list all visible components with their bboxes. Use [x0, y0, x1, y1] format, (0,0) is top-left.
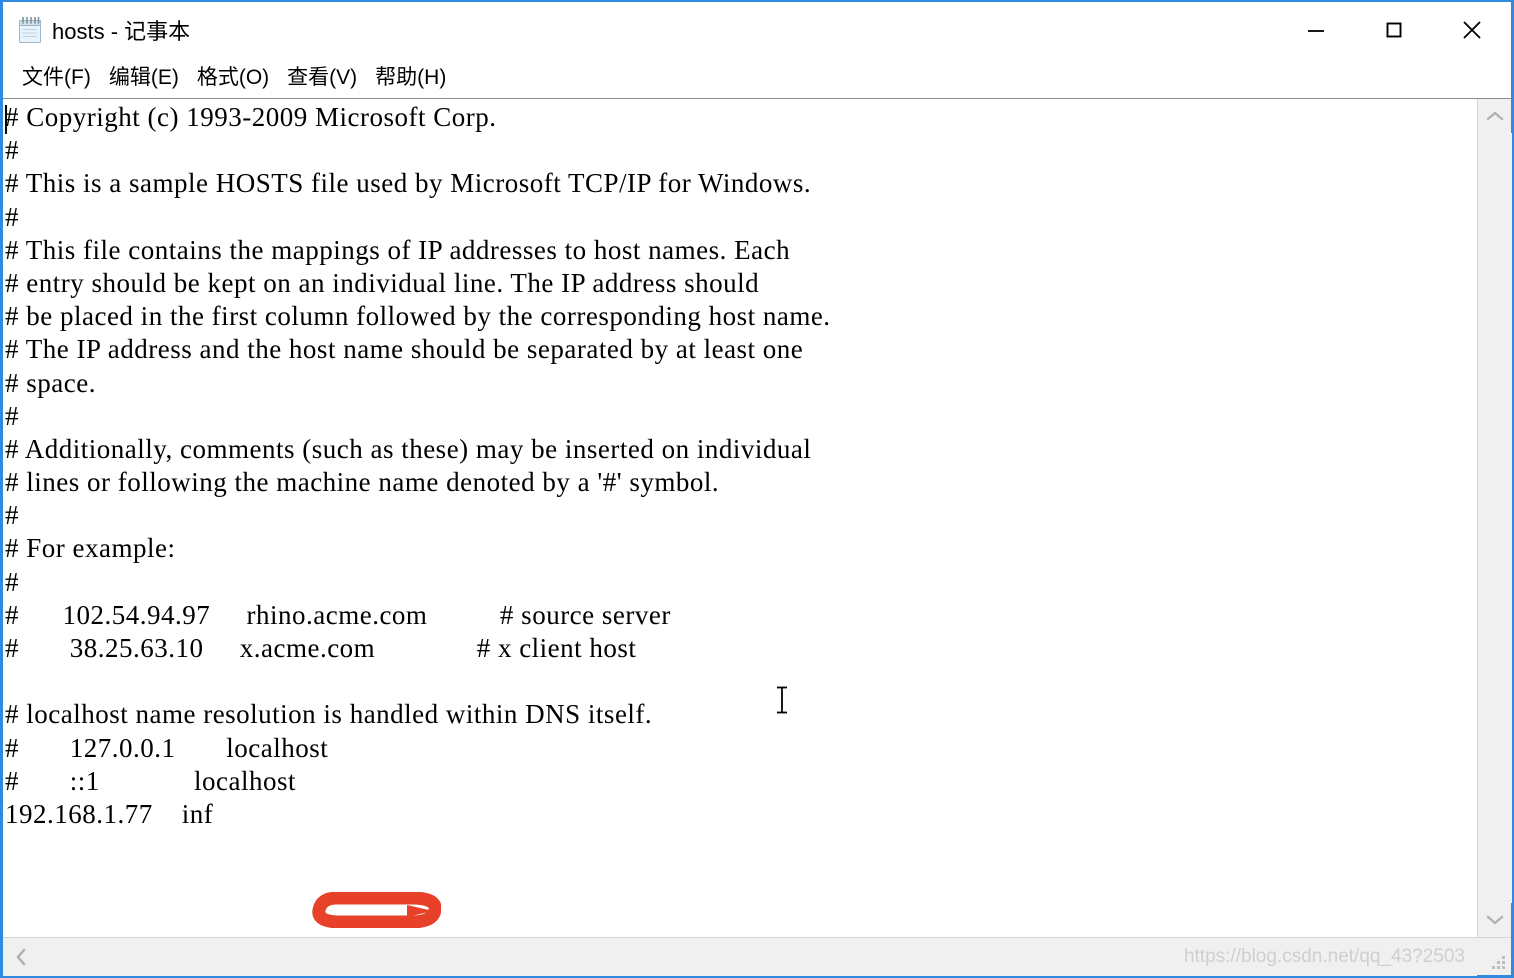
menu-edit[interactable]: 编辑(E) — [100, 64, 188, 92]
editor-line: # ::1 localhost — [5, 765, 296, 796]
editor-line: # This is a sample HOSTS file used by Mi… — [5, 168, 812, 199]
editor-line: # Copyright (c) 1993-2009 Microsoft Corp… — [5, 102, 497, 132]
editor-line: # Additionally, comments (such as these)… — [5, 433, 812, 464]
minimize-button[interactable] — [1277, 2, 1355, 58]
editor-line: # entry should be kept on an individual … — [5, 267, 760, 298]
editor-line: # — [5, 135, 19, 166]
vertical-scrollbar[interactable] — [1477, 99, 1512, 937]
maximize-button[interactable] — [1355, 2, 1433, 58]
close-button[interactable] — [1433, 2, 1511, 58]
editor-line: # 102.54.94.97 rhino.acme.com # source s… — [5, 599, 671, 630]
editor-line: 192.168.1.77 inf — [5, 798, 214, 829]
editor-line: # be placed in the first column followed… — [5, 301, 831, 332]
editor-line: # lines or following the machine name de… — [5, 467, 720, 498]
editor-line: # — [5, 500, 19, 531]
scroll-left-icon[interactable] — [3, 938, 39, 976]
window-title: hosts - 记事本 — [52, 19, 191, 44]
window-controls — [1277, 2, 1511, 58]
editor-line: # The IP address and the host name shoul… — [5, 334, 804, 365]
text-caret — [5, 105, 7, 134]
menu-bar: 文件(F) 编辑(E) 格式(O) 查看(V) 帮助(H) — [3, 58, 1511, 98]
csdn-watermark: https://blog.csdn.net/qq_43?2503 — [1183, 946, 1465, 967]
title-bar-left: hosts - 记事本 — [3, 14, 190, 46]
window-body: # Copyright (c) 1993-2009 Microsoft Corp… — [3, 98, 1512, 976]
scroll-down-icon[interactable] — [1478, 903, 1512, 937]
editor-text: # Copyright (c) 1993-2009 Microsoft Corp… — [3, 101, 831, 831]
horizontal-scrollbar-row: https://blog.csdn.net/qq_43?2503 — [3, 937, 1511, 976]
editor-row: # Copyright (c) 1993-2009 Microsoft Corp… — [3, 98, 1512, 937]
menu-file[interactable]: 文件(F) — [13, 64, 100, 92]
menu-view[interactable]: 查看(V) — [278, 64, 366, 92]
editor-line: # space. — [5, 367, 96, 398]
scroll-up-icon[interactable] — [1478, 99, 1512, 133]
resize-grip-icon[interactable] — [1477, 938, 1511, 976]
notepad-icon — [17, 16, 43, 44]
editor-line: # 127.0.0.1 localhost — [5, 732, 329, 763]
menu-format[interactable]: 格式(O) — [188, 64, 278, 92]
menu-help[interactable]: 帮助(H) — [366, 64, 455, 92]
editor-line: # This file contains the mappings of IP … — [5, 234, 791, 265]
vertical-scrollbar-track[interactable] — [1477, 133, 1512, 903]
red-redaction-annotation — [311, 891, 442, 929]
editor-line: # localhost name resolution is handled w… — [5, 699, 653, 730]
title-bar[interactable]: hosts - 记事本 — [3, 2, 1511, 58]
editor-line: # — [5, 400, 19, 431]
editor-line: # 38.25.63.10 x.acme.com # x client host — [5, 633, 637, 663]
i-beam-cursor-icon — [774, 685, 790, 715]
notepad-window: hosts - 记事本 文件(F) 编辑(E) 格式(O) 查看(V) 帮助(H… — [0, 0, 1514, 978]
editor-line: # — [5, 201, 19, 232]
editor-line: # — [5, 566, 19, 597]
text-editor[interactable]: # Copyright (c) 1993-2009 Microsoft Corp… — [3, 99, 1477, 937]
editor-line: # For example: — [5, 533, 176, 564]
